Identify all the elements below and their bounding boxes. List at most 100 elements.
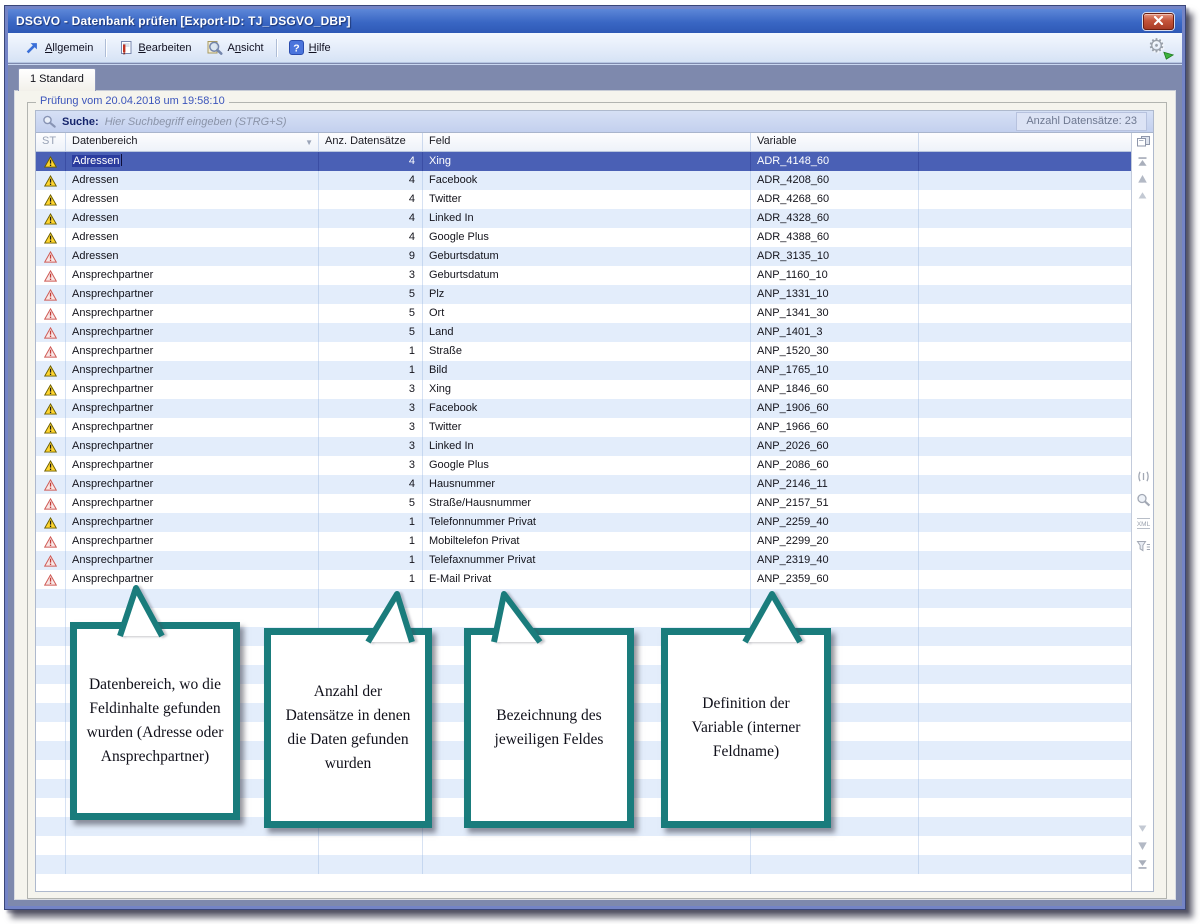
warning-icon — [44, 365, 57, 377]
text-cursor — [121, 154, 122, 166]
table-row[interactable]: Ansprechpartner3TwitterANP_1966_60 — [36, 418, 1131, 437]
empty-row — [36, 646, 1131, 665]
table-row[interactable]: Adressen4TwitterADR_4268_60 — [36, 190, 1131, 209]
empty-row — [36, 608, 1131, 627]
table-row[interactable]: Ansprechpartner1StraßeANP_1520_30 — [36, 342, 1131, 361]
empty-row — [36, 589, 1131, 608]
record-count-badge: Anzahl Datensätze: 23 — [1016, 112, 1147, 131]
edit-document-icon — [118, 40, 133, 55]
view-magnifier-icon — [206, 40, 223, 55]
alert-icon — [44, 555, 57, 567]
table-row[interactable]: Adressen4Linked InADR_4328_60 — [36, 209, 1131, 228]
alert-icon — [44, 479, 57, 491]
alert-icon — [44, 289, 57, 301]
table-row[interactable]: Ansprechpartner1E-Mail PrivatANP_2359_60 — [36, 570, 1131, 589]
table-row[interactable]: Adressen4XingADR_4148_60 — [36, 152, 1131, 171]
scroll-bottom-icon[interactable] — [1136, 858, 1149, 870]
warning-icon — [44, 517, 57, 529]
table-row[interactable]: Ansprechpartner5OrtANP_1341_30 — [36, 304, 1131, 323]
table-row[interactable]: Ansprechpartner3Linked InANP_2026_60 — [36, 437, 1131, 456]
table-row[interactable]: Ansprechpartner1BildANP_1765_10 — [36, 361, 1131, 380]
close-button[interactable] — [1143, 13, 1174, 30]
best-fit-columns-icon[interactable] — [1136, 470, 1151, 483]
pruefung-groupbox: Prüfung vom 20.04.2018 um 19:58:10 Suche… — [27, 102, 1167, 899]
scroll-down-icon[interactable] — [1136, 824, 1149, 833]
table-row[interactable]: Adressen4Google PlusADR_4388_60 — [36, 228, 1131, 247]
table-row[interactable]: Ansprechpartner1Mobiltelefon PrivatANP_2… — [36, 532, 1131, 551]
alert-icon — [44, 270, 57, 282]
grid-rows: Adressen4XingADR_4148_60Adressen4Faceboo… — [36, 152, 1131, 874]
column-header-variable[interactable]: Variable — [751, 133, 919, 151]
column-header-anzahl[interactable]: Anz. Datensätze — [319, 133, 423, 151]
column-header-datenbereich[interactable]: Datenbereich▼ — [66, 133, 319, 151]
scroll-top-icon[interactable] — [1136, 156, 1149, 168]
warning-icon — [44, 384, 57, 396]
close-icon — [1153, 12, 1164, 30]
column-chooser-icon[interactable] — [1136, 135, 1151, 148]
help-icon: ? — [289, 40, 304, 55]
table-row[interactable]: Ansprechpartner5PlzANP_1331_10 — [36, 285, 1131, 304]
warning-icon — [44, 232, 57, 244]
scroll-up-icon[interactable] — [1136, 191, 1149, 200]
search-input[interactable] — [105, 116, 1011, 128]
alert-icon — [44, 574, 57, 586]
grid-search-bar: Suche: Anzahl Datensätze: 23 — [36, 111, 1153, 133]
table-row[interactable]: Adressen4FacebookADR_4208_60 — [36, 171, 1131, 190]
warning-icon — [44, 175, 57, 187]
svg-text:?: ? — [293, 42, 299, 54]
column-header-st[interactable]: ST — [36, 133, 66, 151]
empty-row — [36, 665, 1131, 684]
menu-separator — [276, 39, 277, 57]
warning-icon — [44, 194, 57, 206]
warning-icon — [44, 156, 57, 168]
table-row[interactable]: Adressen9GeburtsdatumADR_3135_10 — [36, 247, 1131, 266]
warning-icon — [44, 422, 57, 434]
scroll-page-down-icon[interactable] — [1136, 841, 1149, 851]
window-body: 1 Standard Prüfung vom 20.04.2018 um 19:… — [8, 64, 1182, 906]
warning-icon — [44, 460, 57, 472]
result-grid: Suche: Anzahl Datensätze: 23 STDatenbere… — [35, 110, 1154, 892]
menu-item-ansicht[interactable]: Ansicht — [199, 37, 271, 58]
window-title: DSGVO - Datenbank prüfen [Export-ID: TJ_… — [16, 14, 351, 28]
empty-row — [36, 798, 1131, 817]
warning-icon — [44, 441, 57, 453]
column-header-feld[interactable]: Feld — [423, 133, 751, 151]
table-row[interactable]: Ansprechpartner1Telefonnummer PrivatANP_… — [36, 513, 1131, 532]
table-row[interactable]: Ansprechpartner4HausnummerANP_2146_11 — [36, 475, 1131, 494]
diagonal-arrow-icon — [25, 40, 40, 55]
filter-icon[interactable] — [1136, 540, 1151, 553]
incremental-search-icon[interactable] — [1136, 493, 1151, 507]
table-row[interactable]: Ansprechpartner1Telefaxnummer PrivatANP_… — [36, 551, 1131, 570]
alert-icon — [44, 498, 57, 510]
table-row[interactable]: Ansprechpartner5LandANP_1401_3 — [36, 323, 1131, 342]
empty-row — [36, 627, 1131, 646]
column-header-filler — [919, 133, 1131, 151]
alert-icon — [44, 346, 57, 358]
tab-page-panel: Prüfung vom 20.04.2018 um 19:58:10 Suche… — [14, 90, 1176, 900]
menubar: Allgemein BearbeitenAnsicht ?Hilfe ⚙ — [8, 33, 1182, 63]
alert-icon — [44, 327, 57, 339]
alert-icon — [44, 308, 57, 320]
app-window: DSGVO - Datenbank prüfen [Export-ID: TJ_… — [4, 5, 1186, 910]
empty-row — [36, 817, 1131, 836]
settings-gear-icon[interactable]: ⚙ — [1148, 37, 1172, 59]
menu-separator — [105, 39, 106, 57]
table-row[interactable]: Ansprechpartner3XingANP_1846_60 — [36, 380, 1131, 399]
menu-item-hilfe[interactable]: ?Hilfe — [282, 37, 338, 58]
empty-row — [36, 684, 1131, 703]
alert-icon — [44, 536, 57, 548]
menu-item-bearbeiten[interactable]: Bearbeiten — [111, 37, 198, 58]
xml-export-icon[interactable]: XML — [1136, 517, 1151, 530]
sort-desc-icon: ▼ — [305, 138, 313, 147]
table-row[interactable]: Ansprechpartner3GeburtsdatumANP_1160_10 — [36, 266, 1131, 285]
groupbox-label: Prüfung vom 20.04.2018 um 19:58:10 — [36, 95, 229, 107]
empty-row — [36, 703, 1131, 722]
scroll-page-up-icon[interactable] — [1136, 174, 1149, 184]
table-row[interactable]: Ansprechpartner3Google PlusANP_2086_60 — [36, 456, 1131, 475]
empty-row — [36, 741, 1131, 760]
menu-item-allgemein[interactable]: Allgemein — [18, 37, 100, 58]
tab-standard[interactable]: 1 Standard — [18, 68, 96, 91]
table-row[interactable]: Ansprechpartner3FacebookANP_1906_60 — [36, 399, 1131, 418]
search-label: Suche: — [62, 116, 99, 128]
table-row[interactable]: Ansprechpartner5Straße/HausnummerANP_215… — [36, 494, 1131, 513]
